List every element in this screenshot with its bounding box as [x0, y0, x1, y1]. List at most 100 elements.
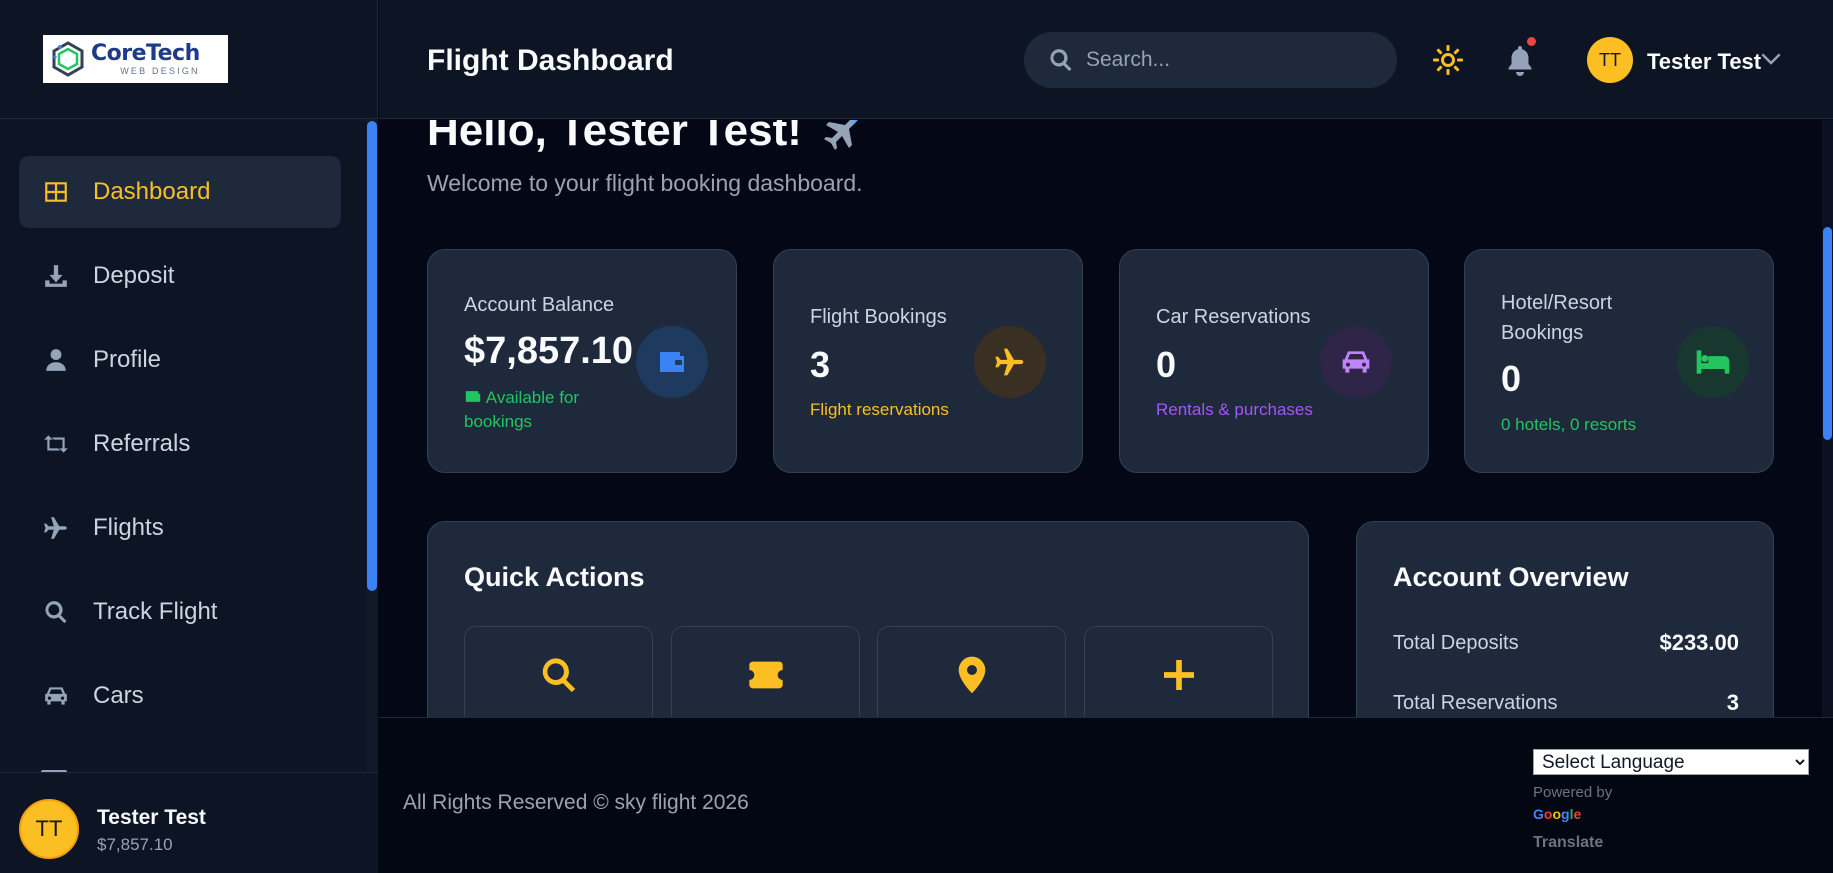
ticket-icon [748, 661, 783, 689]
greeting-heading: Hello, Tester Test! [427, 120, 862, 156]
quick-actions-panel: Quick Actions [427, 521, 1309, 717]
card-subtitle-text: 0 hotels, 0 resorts [1501, 415, 1637, 434]
plane-icon [41, 513, 71, 543]
card-icon-wrap [1677, 326, 1749, 398]
search-input[interactable] [1086, 48, 1366, 72]
sidebar-item-track-flight[interactable]: Track Flight [19, 576, 341, 648]
card-icon-wrap [1320, 326, 1392, 398]
sidebar-item-label: Referrals [93, 430, 191, 457]
brand-name: CoreTech [91, 40, 200, 66]
sidebar-item-label: Flights [93, 514, 164, 541]
sidebar-item-dashboard[interactable]: Dashboard [19, 156, 341, 228]
sidebar-item-referrals[interactable]: Referrals [19, 408, 341, 480]
sidebar-logo-area: CoreTech WEB DESIGN [0, 0, 377, 119]
card-value: 0 [1156, 344, 1177, 385]
footer: All Rights Reserved © sky flight 2026 Se… [379, 717, 1833, 873]
sidebar-item-flights[interactable]: Flights [19, 492, 341, 564]
card-value: $7,857.10 [464, 330, 634, 372]
copyright-text: All Rights Reserved © sky flight 2026 [403, 791, 749, 814]
brand-tagline: WEB DESIGN [120, 65, 200, 76]
sidebar-item-profile[interactable]: Profile [19, 324, 341, 396]
chevron-down-icon[interactable] [1761, 52, 1781, 66]
user-icon [41, 345, 71, 375]
overview-row-value: $233.00 [1659, 630, 1739, 655]
brand-logo[interactable]: CoreTech WEB DESIGN [43, 35, 228, 83]
header-avatar[interactable]: TT [1587, 37, 1633, 83]
wallet-icon [660, 352, 684, 372]
sidebar-item-label: Profile [93, 346, 162, 373]
translate-link[interactable]: Translate [1533, 834, 1603, 852]
sun-icon[interactable] [1432, 44, 1464, 76]
car-icon [1342, 351, 1370, 373]
overview-row-value: 3 [1726, 690, 1739, 715]
card-subtitle-text: Flight reservations [810, 400, 949, 419]
sidebar-user-name: Tester Test [97, 806, 206, 829]
sidebar-item-label: Deposit [93, 262, 175, 289]
quick-actions-title: Quick Actions [464, 562, 645, 592]
quick-action-tickets[interactable] [671, 626, 860, 717]
powered-by-text: Powered by [1533, 784, 1613, 801]
retweet-icon [41, 429, 71, 459]
search-icon [1050, 49, 1072, 72]
main-content: Hello, Tester Test! Welcome to your flig… [379, 120, 1833, 717]
sidebar-item-cars[interactable]: Cars [19, 660, 341, 732]
overview-row-label: Total Reservations [1393, 691, 1558, 714]
stat-card-car-reservations: Car Reservations 0 Rentals & purchases [1119, 249, 1429, 473]
quick-action-search-flights[interactable] [464, 626, 653, 717]
sidebar-user-balance: $7,857.10 [97, 835, 173, 854]
bell-icon[interactable] [1505, 44, 1535, 76]
greeting-text: Hello, Tester Test! [427, 120, 802, 155]
card-value: 3 [810, 344, 831, 385]
sidebar-nav: Dashboard Deposit Profile Referrals Flig… [0, 119, 366, 772]
sidebar: CoreTech WEB DESIGN Dashboard Deposit Pr… [0, 0, 378, 873]
welcome-text: Welcome to your flight booking dashboard… [427, 170, 863, 196]
card-icon-wrap [636, 326, 708, 398]
card-label: Flight Bookings [810, 306, 947, 328]
quick-action-location[interactable] [877, 626, 1066, 717]
card-subtitle-text: Available for bookings [464, 388, 580, 431]
stat-card-flight-bookings: Flight Bookings 3 Flight reservations [773, 249, 1083, 473]
card-subtitle: Available for bookings [464, 386, 614, 434]
plane-icon [995, 348, 1024, 376]
language-select[interactable]: Select Language [1533, 749, 1809, 775]
download-icon [41, 261, 71, 291]
overview-row-reservations: Total Reservations 3 [1393, 690, 1739, 716]
bed-icon [1696, 350, 1730, 374]
wallet-small-icon [465, 391, 481, 402]
brand-logo-mark-icon [52, 41, 84, 77]
sidebar-item-label: Dashboard [93, 178, 211, 205]
main-scrollbar-thumb[interactable] [1823, 227, 1832, 440]
grid-icon [41, 177, 71, 207]
search-icon [542, 658, 575, 693]
card-subtitle-text: Rentals & purchases [1156, 400, 1313, 419]
stat-card-account-balance: Account Balance $7,857.10 Available for … [427, 249, 737, 473]
sidebar-item-deposit[interactable]: Deposit [19, 240, 341, 312]
plus-icon [1163, 660, 1194, 690]
header-user-name[interactable]: Tester Test [1647, 49, 1761, 75]
top-header: Flight Dashboard TT Tester Test [379, 0, 1833, 119]
quick-action-add[interactable] [1084, 626, 1273, 717]
account-overview-title: Account Overview [1393, 562, 1629, 592]
card-icon-wrap [974, 326, 1046, 398]
car-icon [41, 681, 71, 711]
search-box[interactable] [1024, 32, 1397, 88]
account-overview-panel: Account Overview Total Deposits $233.00 … [1356, 521, 1774, 717]
card-label: Hotel/Resort Bookings [1501, 292, 1613, 344]
card-label: Car Reservations [1156, 306, 1311, 328]
card-value: 0 [1501, 358, 1522, 399]
sidebar-avatar: TT [19, 799, 79, 859]
google-logo: Google [1533, 806, 1582, 822]
overview-row-label: Total Deposits [1393, 631, 1519, 654]
page-title: Flight Dashboard [427, 44, 674, 77]
sidebar-user-card[interactable]: TT Tester Test $7,857.10 [0, 772, 378, 873]
airplane-emoji-icon [823, 120, 858, 150]
sidebar-item-label: Cars [93, 682, 144, 709]
stat-card-hotel-bookings: Hotel/Resort Bookings 0 0 hotels, 0 reso… [1464, 249, 1774, 473]
map-pin-icon [958, 656, 985, 694]
sidebar-scrollbar-thumb[interactable] [367, 121, 377, 591]
card-label: Account Balance [464, 294, 615, 316]
sidebar-item-label: Track Flight [93, 598, 218, 625]
search-icon [41, 597, 71, 627]
overview-row-deposits: Total Deposits $233.00 [1393, 630, 1739, 656]
notification-badge [1527, 37, 1536, 46]
